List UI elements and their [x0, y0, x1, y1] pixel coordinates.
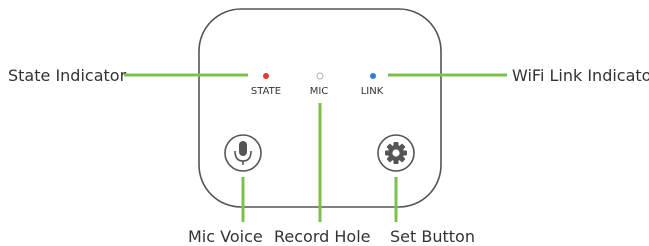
- wifi-link-indicator-label: WiFi Link Indicator: [512, 66, 649, 85]
- link-led-label: LINK: [360, 86, 384, 97]
- state-led-label: STATE: [250, 86, 282, 97]
- state-indicator-label: State Indicator: [8, 66, 127, 85]
- set-button[interactable]: [377, 134, 415, 172]
- mic-hole-label: MIC: [309, 86, 329, 97]
- mic-record-hole: [316, 72, 324, 80]
- gear-icon: [385, 142, 407, 164]
- device-diagram: [124, 8, 507, 222]
- state-led: [263, 73, 269, 79]
- link-led: [370, 73, 376, 79]
- mic-button[interactable]: [224, 134, 262, 172]
